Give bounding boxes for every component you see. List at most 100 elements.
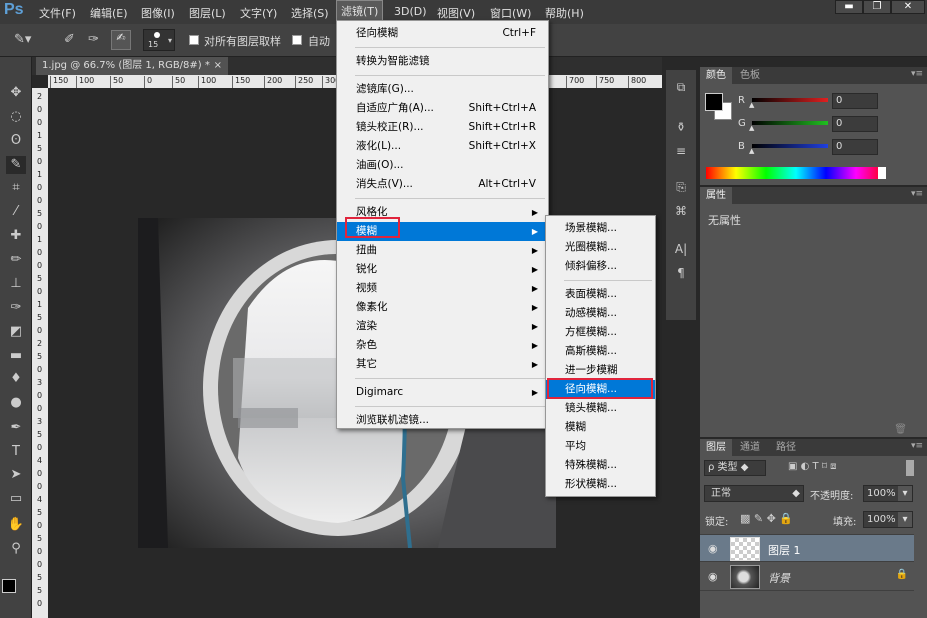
layer-row-layer1[interactable]: ◉ 图层 1 bbox=[700, 534, 914, 562]
menu-image[interactable]: 图像(I) bbox=[141, 5, 175, 21]
filter-menu-item[interactable]: 锐化 ▶ bbox=[337, 260, 548, 279]
marquee-tool-icon[interactable]: ◌ bbox=[6, 108, 26, 126]
blur-menu-item[interactable]: 模糊 bbox=[546, 418, 655, 437]
panel-menu-icon[interactable]: ▾≡ bbox=[911, 69, 923, 79]
blend-mode-select[interactable]: 正常 ◆ bbox=[704, 485, 804, 502]
lasso-tool-icon[interactable]: ʘ bbox=[6, 132, 26, 150]
tool-preset-icon[interactable]: ✎▾ bbox=[14, 32, 50, 48]
filter-menu-item[interactable]: Digimarc ▶ bbox=[337, 383, 548, 402]
healing-brush-tool-icon[interactable]: ✚ bbox=[6, 227, 26, 245]
menu-layer[interactable]: 图层(L) bbox=[189, 5, 226, 21]
layer-filter-select[interactable]: ρ 类型 ◆ bbox=[704, 460, 766, 476]
rectangle-tool-icon[interactable]: ▭ bbox=[6, 490, 26, 508]
blur-menu-item[interactable]: 动感模糊... bbox=[546, 304, 655, 323]
history-icon[interactable]: ⧉ bbox=[673, 80, 689, 96]
clone-stamp-tool-icon[interactable]: ⊥ bbox=[6, 275, 26, 293]
auto-checkbox[interactable] bbox=[292, 35, 302, 45]
blue-slider[interactable]: ▲ bbox=[749, 144, 828, 155]
quick-select-tool-icon[interactable]: ✎ bbox=[6, 156, 26, 174]
green-value[interactable]: 0 bbox=[832, 116, 878, 132]
eye-icon[interactable]: ◉ bbox=[708, 542, 718, 555]
close-button[interactable]: ✕ bbox=[891, 0, 925, 14]
filter-menu-item[interactable]: 径向模糊 Ctrl+F bbox=[337, 24, 548, 43]
red-value[interactable]: 0 bbox=[832, 93, 878, 109]
brush-mode-icon[interactable]: ✑ bbox=[88, 32, 108, 48]
menu-help[interactable]: 帮助(H) bbox=[545, 5, 584, 21]
fill-input[interactable]: 100% ▾ bbox=[863, 511, 913, 528]
tab-swatches[interactable]: 色板 bbox=[734, 67, 766, 84]
eraser-tool-icon[interactable]: ◩ bbox=[6, 323, 26, 341]
hand-tool-icon[interactable]: ✋ bbox=[6, 516, 26, 534]
replace-mode-icon[interactable]: ✍ bbox=[111, 30, 131, 50]
history-brush-tool-icon[interactable]: ✑ bbox=[6, 299, 26, 317]
character-icon[interactable]: A| bbox=[673, 242, 689, 258]
red-slider[interactable]: ▲ bbox=[749, 98, 828, 109]
blur-menu-item[interactable]: 特殊模糊... bbox=[546, 456, 655, 475]
tab-channels[interactable]: 通道 bbox=[734, 439, 766, 456]
slider-thumb-icon[interactable]: ▲ bbox=[749, 147, 754, 155]
blur-tool-icon[interactable]: ♦ bbox=[6, 370, 26, 388]
filter-menu-item[interactable]: 浏览联机滤镜... bbox=[337, 411, 548, 430]
tool-presets-icon[interactable]: ⌘ bbox=[673, 204, 689, 220]
blur-menu-item[interactable]: 方框模糊... bbox=[546, 323, 655, 342]
green-slider[interactable]: ▲ bbox=[749, 121, 828, 132]
gradient-tool-icon[interactable]: ▬ bbox=[6, 347, 26, 365]
zoom-tool-icon[interactable]: ⚲ bbox=[6, 540, 26, 558]
close-tab-icon[interactable]: × bbox=[214, 57, 222, 75]
blur-menu-item[interactable]: 镜头模糊... bbox=[546, 399, 655, 418]
filter-menu-item[interactable]: 其它 ▶ bbox=[337, 355, 548, 374]
crop-tool-icon[interactable]: ⌗ bbox=[6, 179, 26, 197]
panel-menu-icon[interactable]: ▾≡ bbox=[911, 441, 923, 451]
filter-menu-item[interactable]: 像素化 ▶ bbox=[337, 298, 548, 317]
menu-edit[interactable]: 编辑(E) bbox=[90, 5, 128, 21]
menu-window[interactable]: 窗口(W) bbox=[490, 5, 531, 21]
layer-row-background[interactable]: ◉ 背景 🔒 bbox=[700, 563, 914, 591]
brush-preset-icon[interactable]: ⚱ bbox=[673, 120, 689, 136]
blur-menu-item[interactable]: 光圈模糊... bbox=[546, 238, 655, 257]
tab-color[interactable]: 颜色 bbox=[700, 67, 732, 84]
filter-menu-item[interactable]: 渲染 ▶ bbox=[337, 317, 548, 336]
filter-menu-item[interactable]: 消失点(V)... Alt+Ctrl+V bbox=[337, 175, 548, 194]
filter-icons[interactable]: ▣ ◐ T ⌑ ⧈ bbox=[788, 461, 837, 472]
filter-menu-item[interactable]: 液化(L)... Shift+Ctrl+X bbox=[337, 137, 548, 156]
tab-layers[interactable]: 图层 bbox=[700, 439, 732, 456]
eyedropper-tool-icon[interactable]: ⁄ bbox=[6, 203, 26, 221]
filter-menu-item[interactable]: 滤镜库(G)... bbox=[337, 80, 548, 99]
healing-mode-icon[interactable]: ✐ bbox=[64, 32, 84, 48]
paragraph-icon[interactable]: ¶ bbox=[673, 266, 689, 282]
blur-menu-item[interactable]: 形状模糊... bbox=[546, 475, 655, 494]
path-select-tool-icon[interactable]: ➤ bbox=[6, 466, 26, 484]
tab-paths[interactable]: 路径 bbox=[770, 439, 802, 456]
menu-3d[interactable]: 3D(D) bbox=[394, 5, 427, 18]
blur-menu-item[interactable]: 高斯模糊... bbox=[546, 342, 655, 361]
maximize-button[interactable]: ❐ bbox=[863, 0, 891, 14]
blur-menu-item[interactable]: 倾斜偏移... bbox=[546, 257, 655, 276]
blue-value[interactable]: 0 bbox=[832, 139, 878, 155]
menu-view[interactable]: 视图(V) bbox=[437, 5, 475, 21]
blur-menu-item[interactable]: 平均 bbox=[546, 437, 655, 456]
adjustments-icon[interactable]: ≡ bbox=[673, 144, 689, 160]
filter-menu-item[interactable]: 杂色 ▶ bbox=[337, 336, 548, 355]
filter-menu-item[interactable]: 自适应广角(A)... Shift+Ctrl+A bbox=[337, 99, 548, 118]
sample-all-layers-checkbox[interactable] bbox=[189, 35, 199, 45]
trash-icon[interactable]: 🗑 bbox=[894, 424, 907, 435]
move-tool-icon[interactable]: ✥ bbox=[6, 84, 26, 102]
brush-size-picker[interactable]: 15 ▾ bbox=[143, 29, 175, 51]
type-tool-icon[interactable]: T bbox=[6, 443, 26, 461]
minimize-button[interactable]: ▬ bbox=[835, 0, 863, 14]
pen-tool-icon[interactable]: ✒ bbox=[6, 419, 26, 437]
menu-file[interactable]: 文件(F) bbox=[39, 5, 76, 21]
layer-name[interactable]: 背景 bbox=[768, 570, 790, 586]
menu-select[interactable]: 选择(S) bbox=[291, 5, 329, 21]
tab-properties[interactable]: 属性 bbox=[700, 187, 732, 204]
layer-name[interactable]: 图层 1 bbox=[768, 542, 801, 558]
blur-menu-item[interactable]: 表面模糊... bbox=[546, 285, 655, 304]
lock-icons[interactable]: ▩ ✎ ✥ 🔒 bbox=[740, 512, 793, 525]
clone-source-icon[interactable]: ⎘ bbox=[673, 180, 689, 196]
eye-icon[interactable]: ◉ bbox=[708, 570, 718, 583]
filter-menu-item[interactable]: 镜头校正(R)... Shift+Ctrl+R bbox=[337, 118, 548, 137]
slider-thumb-icon[interactable]: ▲ bbox=[749, 124, 754, 132]
menu-type[interactable]: 文字(Y) bbox=[240, 5, 277, 21]
filter-menu-item[interactable]: 转换为智能滤镜 bbox=[337, 52, 548, 71]
foreground-swatch[interactable] bbox=[705, 93, 723, 111]
